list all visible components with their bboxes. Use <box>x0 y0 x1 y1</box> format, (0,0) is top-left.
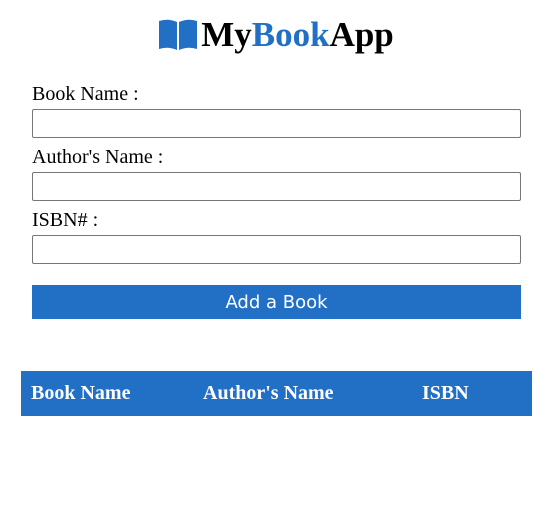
add-book-button[interactable]: Add a Book <box>32 285 521 319</box>
column-header-isbn: ISBN <box>422 382 469 404</box>
isbn-label: ISBN# : <box>32 209 99 231</box>
app-logo-text: MyBookApp <box>201 17 394 52</box>
open-book-icon <box>157 17 199 51</box>
author-name-label: Author's Name : <box>32 146 164 168</box>
logo-app: App <box>329 14 394 54</box>
author-name-input[interactable] <box>32 172 521 201</box>
book-name-input[interactable] <box>32 109 521 138</box>
isbn-input[interactable] <box>32 235 521 264</box>
logo-my: My <box>201 14 252 54</box>
add-book-form: Book Name : Author's Name : ISBN# : <box>32 82 521 271</box>
logo-book: Book <box>251 14 330 54</box>
book-name-label: Book Name : <box>32 83 139 105</box>
column-header-author-name: Author's Name <box>203 382 334 404</box>
books-table-header: Book Name Author's Name ISBN <box>21 371 532 416</box>
column-header-book-name: Book Name <box>31 382 131 404</box>
app-header: MyBookApp <box>0 12 551 56</box>
